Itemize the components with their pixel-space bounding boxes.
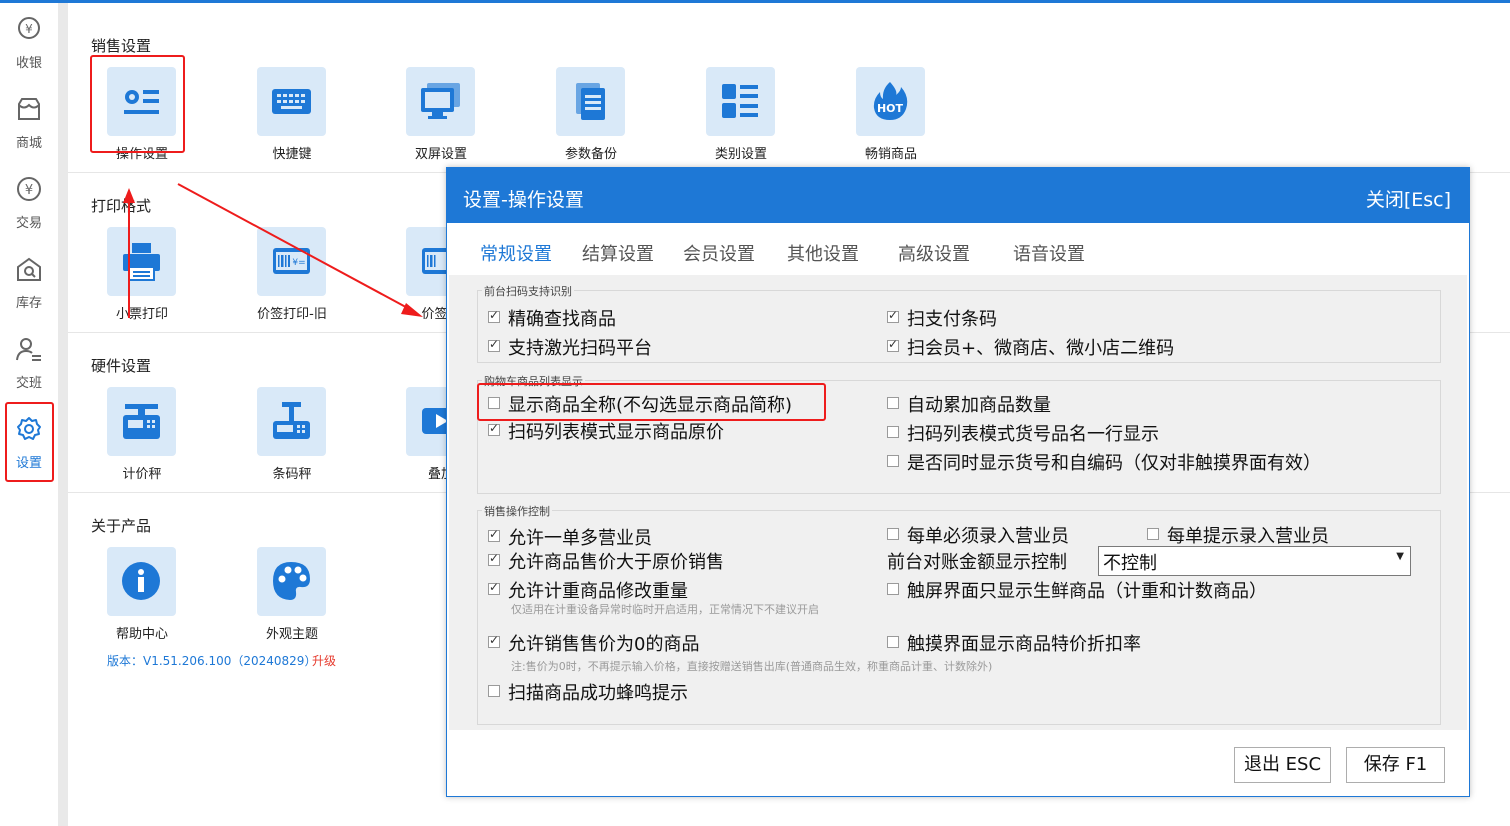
annotation-arrow-diagonal: [177, 183, 416, 313]
annotation-arrows: [123, 183, 423, 318]
